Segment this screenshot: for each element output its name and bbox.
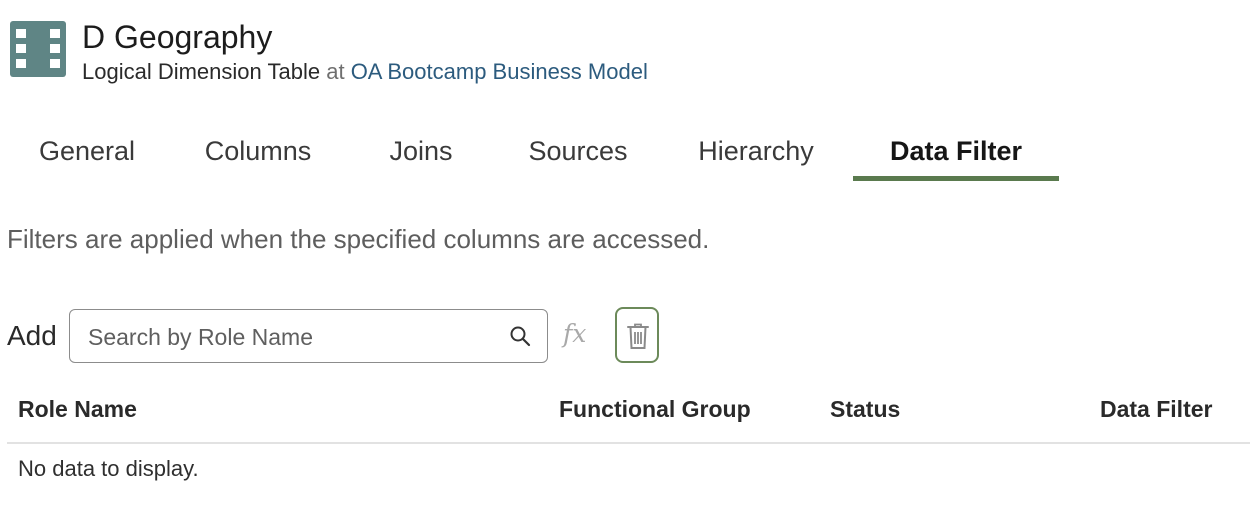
page-title: D Geography xyxy=(82,19,273,55)
role-search-box xyxy=(69,309,548,363)
logical-table-icon xyxy=(10,21,66,77)
active-tab-indicator xyxy=(853,176,1059,181)
tab-data-filter[interactable]: Data Filter xyxy=(865,124,1047,178)
page-header: D Geography Logical Dimension Table at O… xyxy=(10,18,648,86)
business-model-link[interactable]: OA Bootcamp Business Model xyxy=(351,59,648,84)
add-filter-row: Add fx xyxy=(7,307,707,365)
header-text: D Geography Logical Dimension Table at O… xyxy=(82,18,648,86)
add-label: Add xyxy=(7,320,57,351)
column-header-functional-group[interactable]: Functional Group xyxy=(559,396,751,423)
column-header-data-filter[interactable]: Data Filter xyxy=(1100,396,1212,423)
tab-joins[interactable]: Joins xyxy=(372,124,470,178)
description-text: Filters are applied when the specified c… xyxy=(7,224,710,254)
object-type-label: Logical Dimension Table xyxy=(82,59,321,84)
tab-hierarchy[interactable]: Hierarchy xyxy=(682,124,830,178)
tab-columns[interactable]: Columns xyxy=(190,124,326,178)
delete-button[interactable] xyxy=(615,307,659,363)
role-search-input[interactable] xyxy=(86,320,500,354)
column-header-status[interactable]: Status xyxy=(830,396,900,423)
empty-table-message: No data to display. xyxy=(18,456,199,481)
column-header-role-name[interactable]: Role Name xyxy=(18,396,137,423)
table-header: Role Name Functional Group Status Data F… xyxy=(7,390,1250,444)
expression-fx-icon[interactable]: fx xyxy=(563,319,586,348)
search-icon[interactable] xyxy=(508,324,532,348)
tab-sources[interactable]: Sources xyxy=(515,124,641,178)
tab-bar: General Columns Joins Sources Hierarchy … xyxy=(0,124,1250,182)
at-label: at xyxy=(326,59,345,84)
page-subtitle: Logical Dimension Table at OA Bootcamp B… xyxy=(82,58,648,86)
tab-general[interactable]: General xyxy=(22,124,152,178)
trash-icon xyxy=(627,323,649,349)
